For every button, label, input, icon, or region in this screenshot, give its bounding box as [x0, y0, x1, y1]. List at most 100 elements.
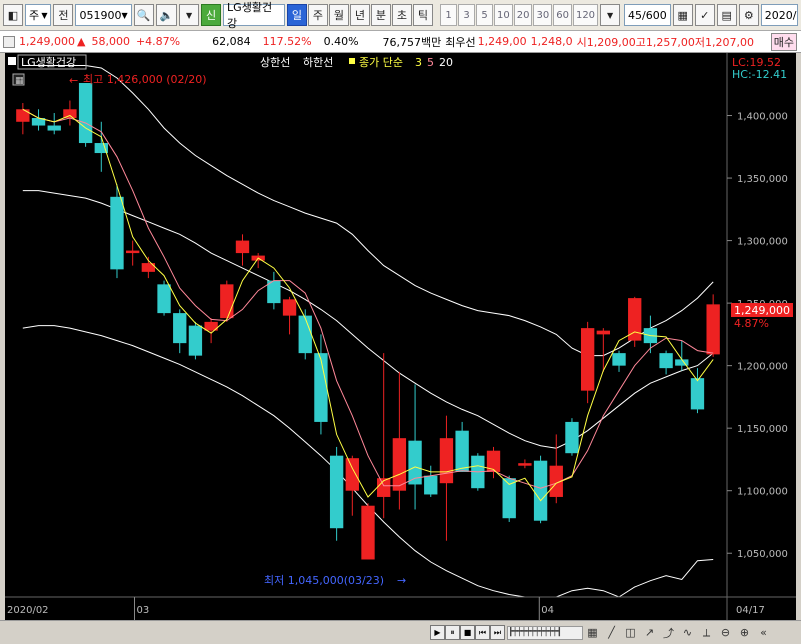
count-field[interactable]: 45/600: [624, 4, 671, 26]
candle-body: [533, 460, 548, 521]
xtick-label: 04: [541, 605, 554, 616]
candle-body: [424, 475, 438, 495]
grid-icon[interactable]: ▦: [584, 624, 601, 641]
stop-icon[interactable]: ■: [460, 625, 475, 640]
ytick-label: 1,350,000: [737, 174, 788, 185]
chart-svg: ← 1,400,0001,350,0001,300,0001,250,0001,…: [5, 53, 796, 620]
wave-icon[interactable]: ∿: [679, 624, 696, 641]
expand-icon[interactable]: [3, 35, 15, 48]
period-button[interactable]: 20: [513, 4, 533, 26]
candle-body: [188, 325, 203, 356]
candle-body: [361, 505, 375, 560]
candle-body: [455, 430, 469, 472]
legend-ma20: 20: [439, 56, 453, 69]
zoom-out-icon[interactable]: ⊖: [717, 624, 734, 641]
price-change: 58,000: [91, 35, 130, 48]
turnover: 0.40%: [323, 35, 359, 48]
candle-body: [298, 315, 312, 354]
last-page-icon[interactable]: ⏭: [490, 625, 505, 640]
legend-upper-limit: 상한선: [260, 56, 290, 69]
legend-ma5: 5: [427, 56, 434, 69]
bid-price: 1,248,0: [530, 35, 573, 48]
current-price-label: 1,249,000: [734, 304, 790, 317]
zoom-slider[interactable]: ┣┿┿┿┿┿┿┿┿┿┿┫: [507, 625, 583, 640]
collapse-icon[interactable]: «: [755, 624, 772, 641]
legend-ma-label: 종가 단순: [359, 56, 403, 69]
candle-body: [580, 328, 595, 391]
tab-chart-type[interactable]: 초: [391, 4, 412, 26]
grid-toggle-icon[interactable]: ▦: [672, 4, 693, 26]
period-button[interactable]: 3: [458, 4, 476, 26]
candle-body: [675, 359, 689, 366]
period-button[interactable]: 60: [553, 4, 572, 26]
ytick-label: 1,100,000: [737, 487, 788, 498]
chevron-down-icon[interactable]: ▼: [179, 4, 200, 26]
date-field[interactable]: 2020/04: [760, 4, 798, 26]
candle-body: [220, 284, 234, 319]
buy-button[interactable]: 매수: [770, 32, 797, 51]
tab-chart-type[interactable]: 틱: [412, 4, 433, 26]
stock-name-field: LG생활건강: [223, 1, 285, 30]
scroll-right-icon[interactable]: ▶: [430, 625, 445, 640]
settings-menu-icon[interactable]: ◧: [3, 4, 23, 26]
up-triangle-icon: ▲: [76, 35, 86, 48]
period-buttons: 1 3 5 10 20 30 60 120: [440, 4, 599, 26]
pause-icon[interactable]: ⏸: [445, 625, 460, 640]
period-button[interactable]: 10: [494, 4, 513, 26]
chart-type-tabs: 일주월년분초틱: [286, 4, 433, 26]
candles: [16, 83, 720, 560]
candle-body: [78, 83, 93, 144]
tab-chart-type[interactable]: 분: [370, 4, 391, 26]
volume-ratio: 117.52%: [262, 35, 312, 48]
chart-tool-icon[interactable]: ◫: [622, 624, 639, 641]
ruler-icon[interactable]: ⟂: [698, 624, 715, 641]
table-icon[interactable]: ▤: [716, 4, 737, 26]
ma5-line: [22, 108, 714, 489]
period-mode-select[interactable]: 주 ▼: [25, 4, 52, 26]
tab-chart-type[interactable]: 일: [286, 4, 307, 26]
trend-icon[interactable]: ⤴: [660, 624, 677, 641]
xtick-label: 2020/02: [7, 605, 49, 616]
sound-icon[interactable]: 🔈: [155, 4, 178, 26]
arrow-icon[interactable]: ↗: [641, 624, 658, 641]
candle-body: [690, 378, 705, 410]
tab-chart-type[interactable]: 주: [307, 4, 328, 26]
tab-chart-type[interactable]: 월: [328, 4, 349, 26]
hc-label: HC:-12.41: [732, 68, 787, 81]
candle-body: [706, 304, 720, 355]
search-icon[interactable]: 🔍: [133, 4, 154, 26]
prev-button[interactable]: 전: [53, 4, 74, 26]
volume: 62,084: [212, 35, 251, 48]
chart-check-icon[interactable]: ✓: [694, 4, 715, 26]
candle-body: [173, 313, 187, 344]
period-button[interactable]: 30: [533, 4, 553, 26]
first-page-icon[interactable]: ⏮: [475, 625, 490, 640]
period-button[interactable]: 5: [476, 4, 494, 26]
toolbar: ◧ 주 ▼ 전 051900 ▼ 🔍 🔈 ▼ 신 LG생활건강 일주월년분초틱 13…: [0, 0, 801, 31]
stock-code-input[interactable]: 051900 ▼: [75, 4, 132, 26]
period-button[interactable]: 1: [440, 4, 458, 26]
moving-averages: ←: [22, 74, 714, 502]
high-arrow-icon: ←: [69, 74, 78, 87]
zoom-in-icon[interactable]: ⊕: [736, 624, 753, 641]
candle-body: [518, 463, 532, 466]
envelope-upper-line: [22, 65, 714, 357]
candle-body: [439, 438, 454, 484]
candle-body: [125, 250, 140, 254]
trade-amount: 76,757백만: [382, 35, 442, 49]
ma3-line: [22, 108, 714, 502]
candle-body: [392, 438, 407, 491]
chevron-down-icon[interactable]: ▼: [600, 4, 621, 26]
candle-body: [235, 240, 250, 254]
price-chart[interactable]: ← 1,400,0001,350,0001,300,0001,250,0001,…: [5, 53, 796, 620]
low-arrow-icon: →: [397, 574, 406, 587]
candle-body: [596, 330, 611, 335]
credit-badge: 신: [201, 4, 222, 26]
ytick-label: 1,150,000: [737, 424, 788, 435]
line-draw-icon[interactable]: ╱: [603, 624, 620, 641]
candle-body: [329, 455, 344, 529]
period-mode-value: 주: [29, 9, 40, 22]
period-button[interactable]: 120: [572, 4, 599, 26]
tab-chart-type[interactable]: 년: [349, 4, 370, 26]
gear-icon[interactable]: ⚙: [738, 4, 759, 26]
